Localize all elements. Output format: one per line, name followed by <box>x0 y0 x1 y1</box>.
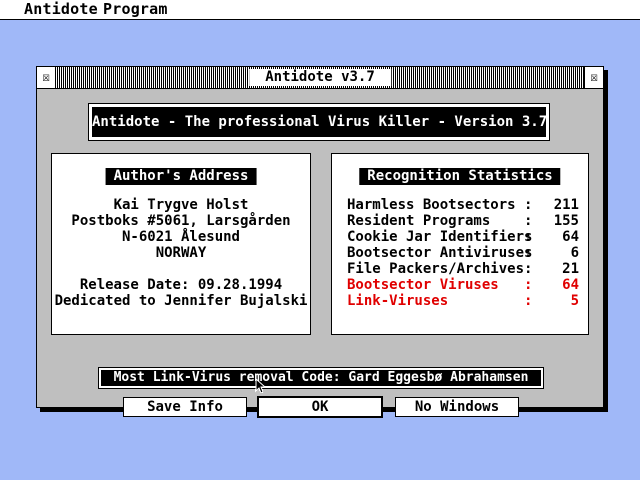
author-heading: Author's Address <box>105 168 257 185</box>
stat-label: File Packers/Archives <box>347 261 525 277</box>
stat-label: Resident Programs <box>347 213 491 229</box>
close-box-glyph: ☒ <box>42 70 50 85</box>
dialog-content: Antidote - The professional Virus Killer… <box>37 89 603 418</box>
close-box-icon[interactable]: ☒ <box>37 67 56 88</box>
menu-bar: Antidote Program <box>0 0 640 20</box>
credit-frame: Most Link-Virus removal Code: Gard Egges… <box>98 367 544 389</box>
full-box-glyph: ☒ <box>590 70 598 85</box>
menu-program[interactable]: Program <box>103 0 168 19</box>
credit-text: Most Link-Virus removal Code: Gard Egges… <box>101 370 541 386</box>
antidote-window: ☒ Antidote v3.7 ☒ Antidote - The profess… <box>36 66 604 418</box>
stat-value: 211 <box>553 197 579 213</box>
stat-colon: : <box>524 245 533 261</box>
save-info-button[interactable]: Save Info <box>123 397 247 417</box>
author-city: N-6021 Ålesund <box>121 229 240 245</box>
stat-label: Cookie Jar Identifiers <box>347 229 533 245</box>
stat-colon: : <box>524 229 533 245</box>
stat-colon: : <box>524 197 533 213</box>
author-panel: Author's Address Kai Trygve Holst Postbo… <box>51 153 311 335</box>
author-street: Postboks #5061, Larsgården <box>71 213 291 229</box>
stat-row: Cookie Jar Identifiers: 64 <box>347 229 579 245</box>
stat-value: 64 <box>562 229 579 245</box>
stat-label: Link-Viruses <box>347 293 449 309</box>
stat-row: Harmless Bootsectors: 211 <box>347 197 579 213</box>
release-date: Release Date: 09.28.1994 <box>79 277 283 293</box>
stats-panel: Recognition Statistics Harmless Bootsect… <box>331 153 589 335</box>
dedication: Dedicated to Jennifer Bujalski <box>54 293 308 309</box>
stat-colon: : <box>524 261 533 277</box>
mouse-pointer-icon <box>255 378 265 394</box>
stat-label: Harmless Bootsectors <box>347 197 516 213</box>
stat-row: Bootsector Viruses: 64 <box>347 277 579 293</box>
author-country: NORWAY <box>155 245 207 261</box>
window-title: Antidote v3.7 <box>249 69 391 86</box>
stat-value: 155 <box>553 213 579 229</box>
stat-value: 6 <box>570 245 579 261</box>
no-windows-button[interactable]: No Windows <box>395 397 519 417</box>
stat-row: File Packers/Archives: 21 <box>347 261 579 277</box>
stat-label: Bootsector Viruses <box>347 277 499 293</box>
author-name: Kai Trygve Holst <box>113 197 249 213</box>
banner-frame: Antidote - The professional Virus Killer… <box>88 103 550 141</box>
stat-label: Bootsector Antiviruses <box>347 245 533 261</box>
stat-value: 5 <box>570 293 579 309</box>
banner-text: Antidote - The professional Virus Killer… <box>92 107 547 137</box>
stat-row: Link-Viruses: 5 <box>347 293 579 309</box>
stat-colon: : <box>524 213 533 229</box>
menu-antidote[interactable]: Antidote <box>24 0 98 19</box>
stat-colon: : <box>524 293 533 309</box>
stat-value: 64 <box>562 277 579 293</box>
stat-row: Resident Programs: 155 <box>347 213 579 229</box>
stat-colon: : <box>524 277 533 293</box>
stat-row: Bootsector Antiviruses: 6 <box>347 245 579 261</box>
stat-value: 21 <box>562 261 579 277</box>
full-box-icon[interactable]: ☒ <box>584 67 603 88</box>
ok-button[interactable]: OK <box>257 396 383 418</box>
stats-heading: Recognition Statistics <box>359 168 561 185</box>
window-titlebar[interactable]: ☒ Antidote v3.7 ☒ <box>37 67 603 89</box>
